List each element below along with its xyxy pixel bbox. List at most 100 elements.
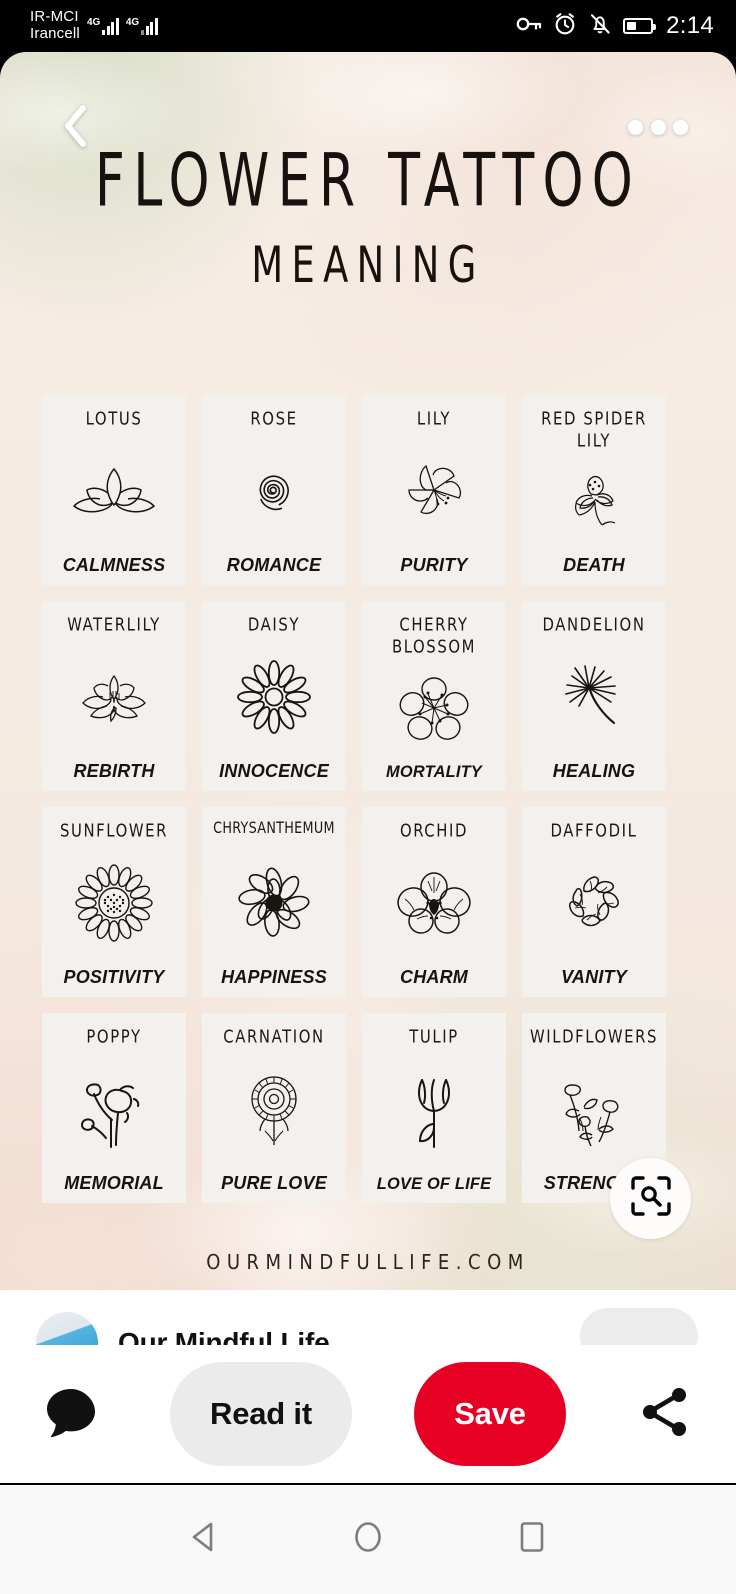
read-it-button[interactable]: Read it <box>170 1362 352 1466</box>
dandelion-seed-icon <box>527 635 661 760</box>
flower-name: CHRYSANTHEMUM <box>213 820 335 838</box>
flower-card: ORCHID CHARM <box>362 807 506 997</box>
pin-title-block: FLOWER TATTOO MEANING <box>0 138 736 295</box>
flower-name: RED SPIDER LILY <box>541 408 647 452</box>
flower-meaning: REBIRTH <box>73 761 155 781</box>
lens-search-button[interactable] <box>610 1158 691 1239</box>
waterlily-flower-icon <box>47 635 181 760</box>
poppy-flower-icon <box>47 1047 181 1172</box>
flower-name: POPPY <box>86 1026 142 1047</box>
pin-title-main: FLOWER TATTOO <box>94 138 642 223</box>
flower-meaning: DEATH <box>563 555 625 575</box>
flower-meaning: MEMORIAL <box>64 1173 164 1193</box>
android-back-button[interactable] <box>178 1514 230 1566</box>
more-options-button[interactable] <box>628 113 688 141</box>
wildflowers-icon <box>527 1047 661 1172</box>
more-options-icon <box>628 119 643 135</box>
flower-name: CARNATION <box>223 1026 325 1047</box>
back-button[interactable] <box>52 103 98 154</box>
flower-meaning: CALMNESS <box>62 555 166 575</box>
bell-muted-icon <box>588 12 612 41</box>
flower-name: ROSE <box>250 408 298 429</box>
flower-meaning: PURITY <box>400 555 468 575</box>
flower-name: WATERLILY <box>67 614 161 635</box>
flower-meaning: VANITY <box>561 967 627 987</box>
flower-card: CHERRY BLOSSOM MORTALITY <box>362 601 506 791</box>
flower-card: ROSE ROMANCE <box>202 395 346 585</box>
lily-flower-icon <box>367 429 501 554</box>
flower-name: DAFFODIL <box>550 820 638 841</box>
chrysanthemum-icon <box>207 838 341 966</box>
android-home-icon <box>348 1517 388 1562</box>
clock: 2:14 <box>666 12 714 39</box>
android-back-icon <box>184 1517 224 1562</box>
sim2-signal: 4G <box>126 17 158 35</box>
flower-card: LOTUS CALMNESS <box>42 395 186 585</box>
tulip-flower-icon <box>367 1047 501 1174</box>
flower-card: DAFFODIL VANITY <box>522 807 666 997</box>
android-navigation-bar <box>0 1485 736 1594</box>
flower-card: CARNATION PURE LOVE <box>202 1013 346 1203</box>
share-icon <box>636 1383 694 1446</box>
flower-meaning: HAPPINESS <box>221 967 327 987</box>
status-bar-right: 2:14 <box>516 12 714 41</box>
flower-card: WATERLILY REBIRTH <box>42 601 186 791</box>
alarm-icon <box>553 12 577 41</box>
rose-flower-icon <box>207 429 341 554</box>
daisy-flower-icon <box>207 635 341 760</box>
share-button[interactable] <box>628 1377 702 1451</box>
flower-name: SUNFLOWER <box>59 820 169 841</box>
flower-card: POPPY MEMORIAL <box>42 1013 186 1203</box>
flower-card: RED SPIDER LILY DEATH <box>522 395 666 585</box>
flower-card: DAISY INNOCENCE <box>202 601 346 791</box>
orchid-flower-icon <box>367 841 501 966</box>
flower-meaning: HEALING <box>552 761 636 781</box>
sim2-network-label: 4G <box>125 17 140 28</box>
save-button[interactable]: Save <box>414 1362 566 1466</box>
status-bar: IR-MCI Irancell 4G 4G 2:14 <box>0 0 736 52</box>
comment-bubble-icon <box>40 1381 102 1448</box>
flower-card: TULIP LOVE OF LIFE <box>362 1013 506 1203</box>
flower-name: LOTUS <box>85 408 143 429</box>
flower-meaning: ROMANCE <box>226 555 322 575</box>
flower-name: LILY <box>416 408 452 429</box>
status-bar-left: IR-MCI Irancell 4G 4G <box>30 8 158 43</box>
chevron-left-icon <box>60 103 90 154</box>
flower-name: DAISY <box>247 614 301 635</box>
flower-meaning: MORTALITY <box>386 762 482 781</box>
flower-card: LILY PURITY <box>362 395 506 585</box>
sunflower-icon <box>47 841 181 966</box>
flower-name: WILDFLOWERS <box>529 1026 659 1047</box>
flower-meaning: CHARM <box>400 967 468 987</box>
carrier-names: IR-MCI Irancell <box>30 8 80 43</box>
daffodil-flower-icon <box>527 841 661 966</box>
android-recents-icon <box>512 1517 552 1562</box>
comment-button[interactable] <box>34 1377 108 1451</box>
flower-card: SUNFLOWER POSITIVITY <box>42 807 186 997</box>
pin-image[interactable]: FLOWER TATTOO MEANING LOTUS CALMNESS ROS… <box>0 52 736 1290</box>
android-recents-button[interactable] <box>506 1514 558 1566</box>
flower-meaning-grid: LOTUS CALMNESS ROSE ROMANCE LILY PURITY … <box>42 395 666 1203</box>
action-bar: Read it Save <box>0 1345 736 1483</box>
watermark-url: OURMINDFULLIFE.COM <box>206 1250 530 1274</box>
pin-title-sub: MEANING <box>251 236 485 295</box>
signal-bars-icon <box>102 17 119 35</box>
cherry-blossom-icon <box>367 654 501 761</box>
flower-meaning: INNOCENCE <box>219 761 329 781</box>
lens-search-icon <box>630 1175 672 1222</box>
more-options-icon <box>673 119 688 135</box>
battery-icon <box>623 18 657 34</box>
flower-name: DANDELION <box>542 614 646 635</box>
flower-meaning: PURE LOVE <box>221 1173 327 1193</box>
carrier-name-2: Irancell <box>30 25 80 42</box>
flower-card: CHRYSANTHEMUM HAPPINESS <box>202 807 346 997</box>
key-icon <box>516 14 542 39</box>
flower-name: ORCHID <box>399 820 469 841</box>
flower-card: DANDELION HEALING <box>522 601 666 791</box>
sim1-signal: 4G <box>87 17 119 35</box>
carrier-name-1: IR-MCI <box>30 8 79 26</box>
flower-meaning: POSITIVITY <box>63 967 165 987</box>
android-home-button[interactable] <box>342 1514 394 1566</box>
carnation-flower-icon <box>207 1047 341 1172</box>
lotus-flower-icon <box>47 429 181 554</box>
